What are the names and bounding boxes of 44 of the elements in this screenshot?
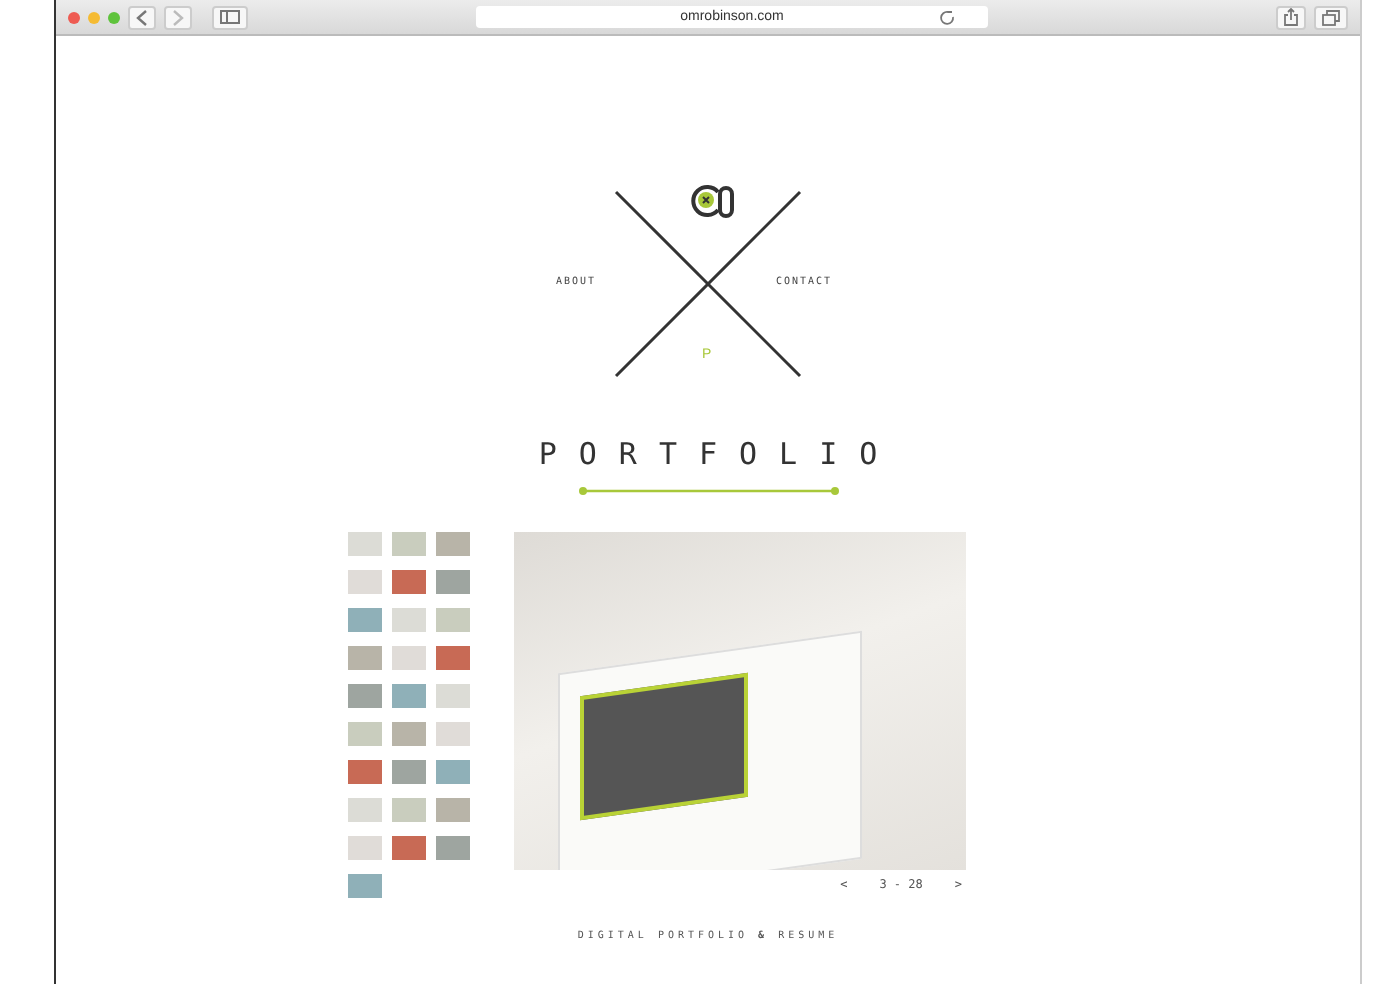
forward-button[interactable] <box>164 5 192 29</box>
tabs-icon <box>1322 9 1340 25</box>
thumbnail-photo[interactable] <box>348 722 382 746</box>
share-icon <box>1284 8 1298 26</box>
thumbnail-photo[interactable] <box>348 532 382 556</box>
thumbnail-photo[interactable] <box>392 684 426 708</box>
portfolio-heading: PORTFOLIO <box>538 434 900 474</box>
thumbnail-photo[interactable] <box>436 646 470 670</box>
back-button[interactable] <box>128 5 156 29</box>
thumbnail-photo[interactable] <box>436 570 470 594</box>
thumbnail-photo[interactable] <box>392 646 426 670</box>
thumbnail-photo[interactable] <box>348 684 382 708</box>
sidebar-button[interactable] <box>212 5 248 29</box>
thumbnail-photo[interactable] <box>392 532 426 556</box>
sidebar-icon <box>220 10 240 24</box>
thumbnail-photo[interactable] <box>392 722 426 746</box>
thumbnail-photo[interactable] <box>436 798 470 822</box>
thumbnail-photo[interactable] <box>436 836 470 860</box>
reload-icon[interactable] <box>940 9 956 25</box>
thumbnail-photo[interactable] <box>392 798 426 822</box>
thumbnail-photo[interactable] <box>392 608 426 632</box>
thumbnail-photo[interactable] <box>392 570 426 594</box>
minimize-icon[interactable] <box>88 11 100 23</box>
tabs-button[interactable] <box>1314 5 1348 29</box>
thumbnail-photo[interactable] <box>348 646 382 670</box>
chevron-left-icon <box>136 9 148 25</box>
chevron-right-icon <box>172 9 184 25</box>
close-icon[interactable] <box>68 11 80 23</box>
thumbnail-photo[interactable] <box>392 760 426 784</box>
thumbnail-photo[interactable] <box>436 532 470 556</box>
share-button[interactable] <box>1276 5 1306 29</box>
thumbnail-photo[interactable] <box>436 760 470 784</box>
thumbnail-photo[interactable] <box>348 760 382 784</box>
thumbnail-photo[interactable] <box>436 608 470 632</box>
thumbnail-photo[interactable] <box>392 836 426 860</box>
thumbnail-photo[interactable] <box>436 722 470 746</box>
thumbnail-photo[interactable] <box>348 836 382 860</box>
thumbnail-photo[interactable] <box>348 874 382 898</box>
thumbnail-photo[interactable] <box>436 684 470 708</box>
thumbnail-photo[interactable] <box>348 608 382 632</box>
logo-icon[interactable] <box>688 182 740 222</box>
thumbnail-photo[interactable] <box>348 570 382 594</box>
thumbnail-photo[interactable] <box>348 798 382 822</box>
zoom-icon[interactable] <box>108 11 120 23</box>
